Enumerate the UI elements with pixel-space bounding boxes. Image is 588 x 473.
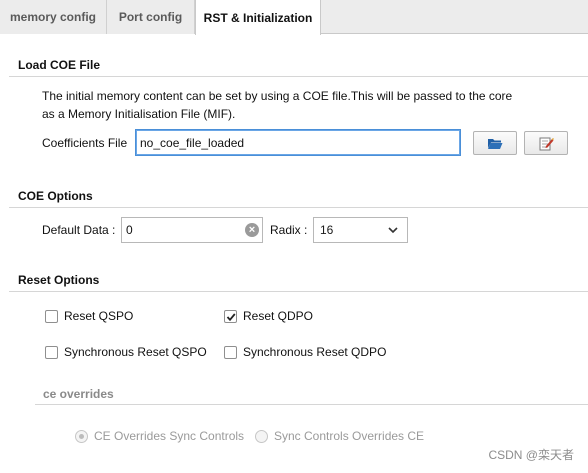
checkmark-icon — [226, 313, 236, 322]
tab-label: Port config — [118, 10, 183, 24]
reset-qspo-label: Reset QSPO — [64, 309, 134, 323]
radio-selected-dot — [79, 434, 84, 439]
coefficients-file-input[interactable]: no_coe_file_loaded — [135, 129, 461, 156]
reset-qspo-checkbox[interactable] — [45, 310, 58, 323]
folder-open-icon — [488, 138, 503, 149]
tab-bar: memory config Port config RST & Initiali… — [0, 0, 588, 35]
tab-rst-initialization[interactable]: RST & Initialization — [195, 0, 321, 35]
edit-coe-button[interactable] — [524, 131, 568, 155]
coefficients-file-value: no_coe_file_loaded — [140, 135, 245, 150]
ce-overrides-title: ce overrides — [43, 387, 114, 401]
chevron-down-icon — [388, 227, 398, 234]
tab-label: RST & Initialization — [203, 10, 313, 25]
sync-reset-qspo-label: Synchronous Reset QSPO — [64, 345, 207, 359]
tab-port-config[interactable]: Port config — [107, 0, 195, 34]
section-divider — [9, 291, 588, 292]
browse-coe-button[interactable] — [473, 131, 517, 155]
radix-select[interactable]: 16 — [313, 217, 408, 243]
radix-label: Radix : — [270, 223, 308, 237]
default-data-label: Default Data : — [42, 223, 116, 237]
section-divider — [9, 76, 588, 77]
coefficients-file-label: Coefficients File — [42, 136, 128, 150]
ce-overrides-sync-radio[interactable] — [75, 430, 88, 443]
section-divider — [9, 207, 588, 208]
coe-description-line2: as a Memory Initialisation File (MIF). — [42, 107, 236, 121]
section-divider — [35, 404, 588, 405]
reset-qdpo-checkbox[interactable] — [224, 310, 237, 323]
sync-reset-qspo-checkbox[interactable] — [45, 346, 58, 359]
radix-value: 16 — [320, 223, 334, 237]
default-data-value: 0 — [126, 223, 133, 237]
reset-options-title: Reset Options — [18, 273, 100, 287]
coe-options-title: COE Options — [18, 189, 93, 203]
tab-memory-config[interactable]: memory config — [0, 0, 107, 34]
sync-reset-qdpo-checkbox[interactable] — [224, 346, 237, 359]
coe-description-line1: The initial memory content can be set by… — [42, 89, 513, 103]
clear-icon[interactable]: × — [245, 223, 259, 237]
default-data-input[interactable]: 0 — [121, 217, 263, 243]
ce-overrides-sync-label: CE Overrides Sync Controls — [94, 429, 245, 443]
watermark: CSDN @栾天者 — [488, 448, 574, 462]
sync-reset-qdpo-label: Synchronous Reset QDPO — [243, 345, 387, 359]
sync-overrides-ce-radio[interactable] — [255, 430, 268, 443]
sync-overrides-ce-label: Sync Controls Overrides CE — [274, 429, 425, 443]
tab-label: memory config — [9, 10, 96, 24]
load-coe-title: Load COE File — [18, 58, 101, 72]
reset-qdpo-label: Reset QDPO — [243, 309, 314, 323]
edit-document-icon — [539, 137, 554, 150]
